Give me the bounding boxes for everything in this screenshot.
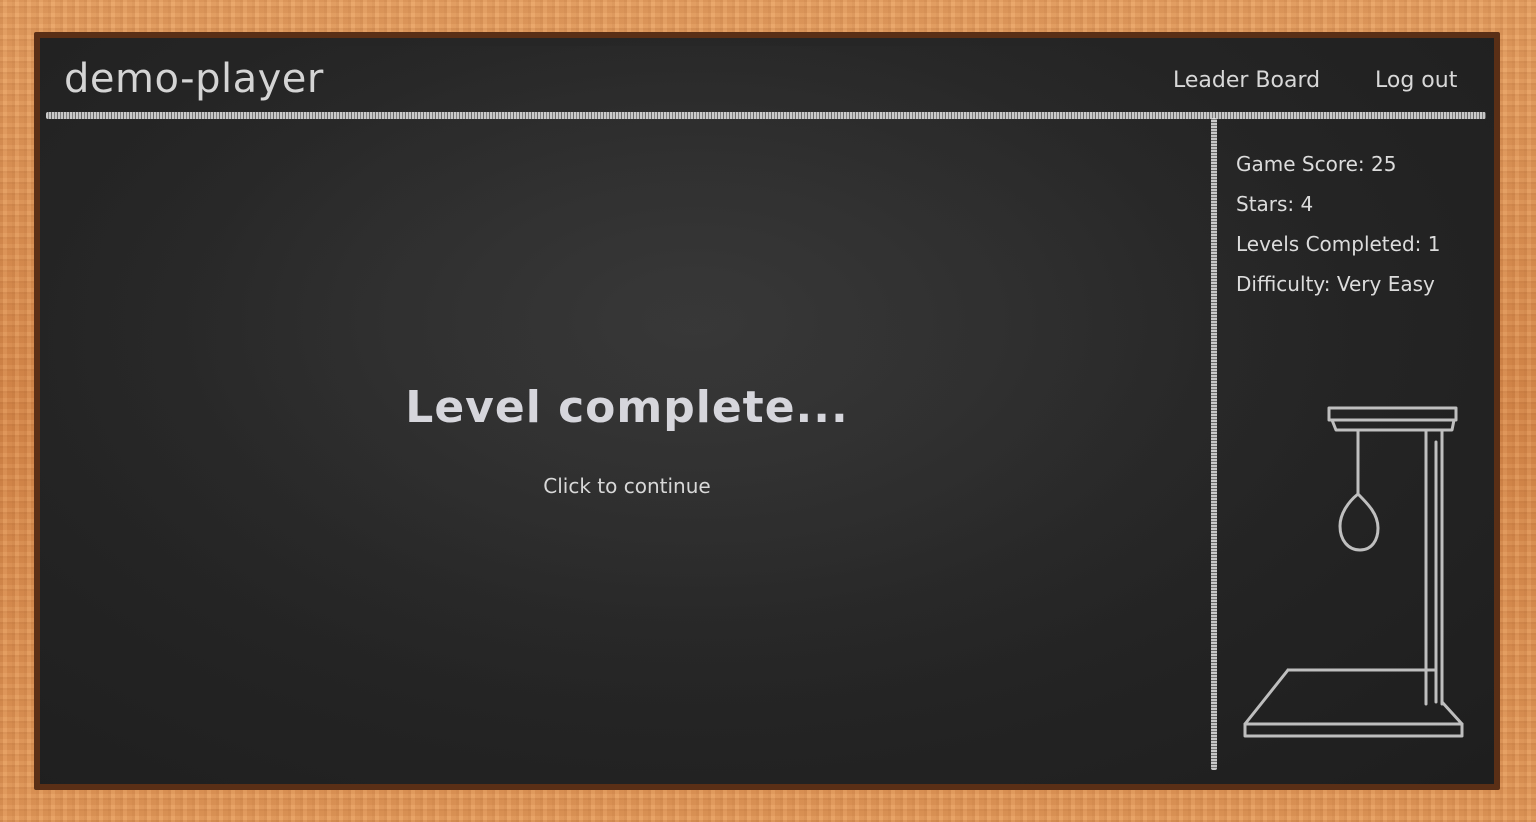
gallows-icon [1243,406,1464,738]
levels-completed: Levels Completed: 1 [1236,232,1441,256]
log-out-link[interactable]: Log out [1375,68,1457,93]
sidebar-divider [1211,118,1217,770]
difficulty: Difficulty: Very Easy [1236,272,1435,296]
chalkboard: demo-player Leader Board Log out Game Sc… [40,38,1494,784]
wooden-frame: demo-player Leader Board Log out Game Sc… [0,0,1536,822]
leader-board-link[interactable]: Leader Board [1173,68,1320,93]
level-complete-overlay[interactable]: Level complete... [40,382,1214,433]
stats-panel: Game Score: 25 Stars: 4 Levels Completed… [1236,150,1486,310]
player-name: demo-player [64,56,324,102]
header-divider [46,112,1486,119]
level-complete-title: Level complete... [405,382,849,433]
game-score: Game Score: 25 [1236,152,1397,176]
continue-prompt[interactable]: Click to continue [40,474,1214,498]
stars-count: Stars: 4 [1236,192,1314,216]
